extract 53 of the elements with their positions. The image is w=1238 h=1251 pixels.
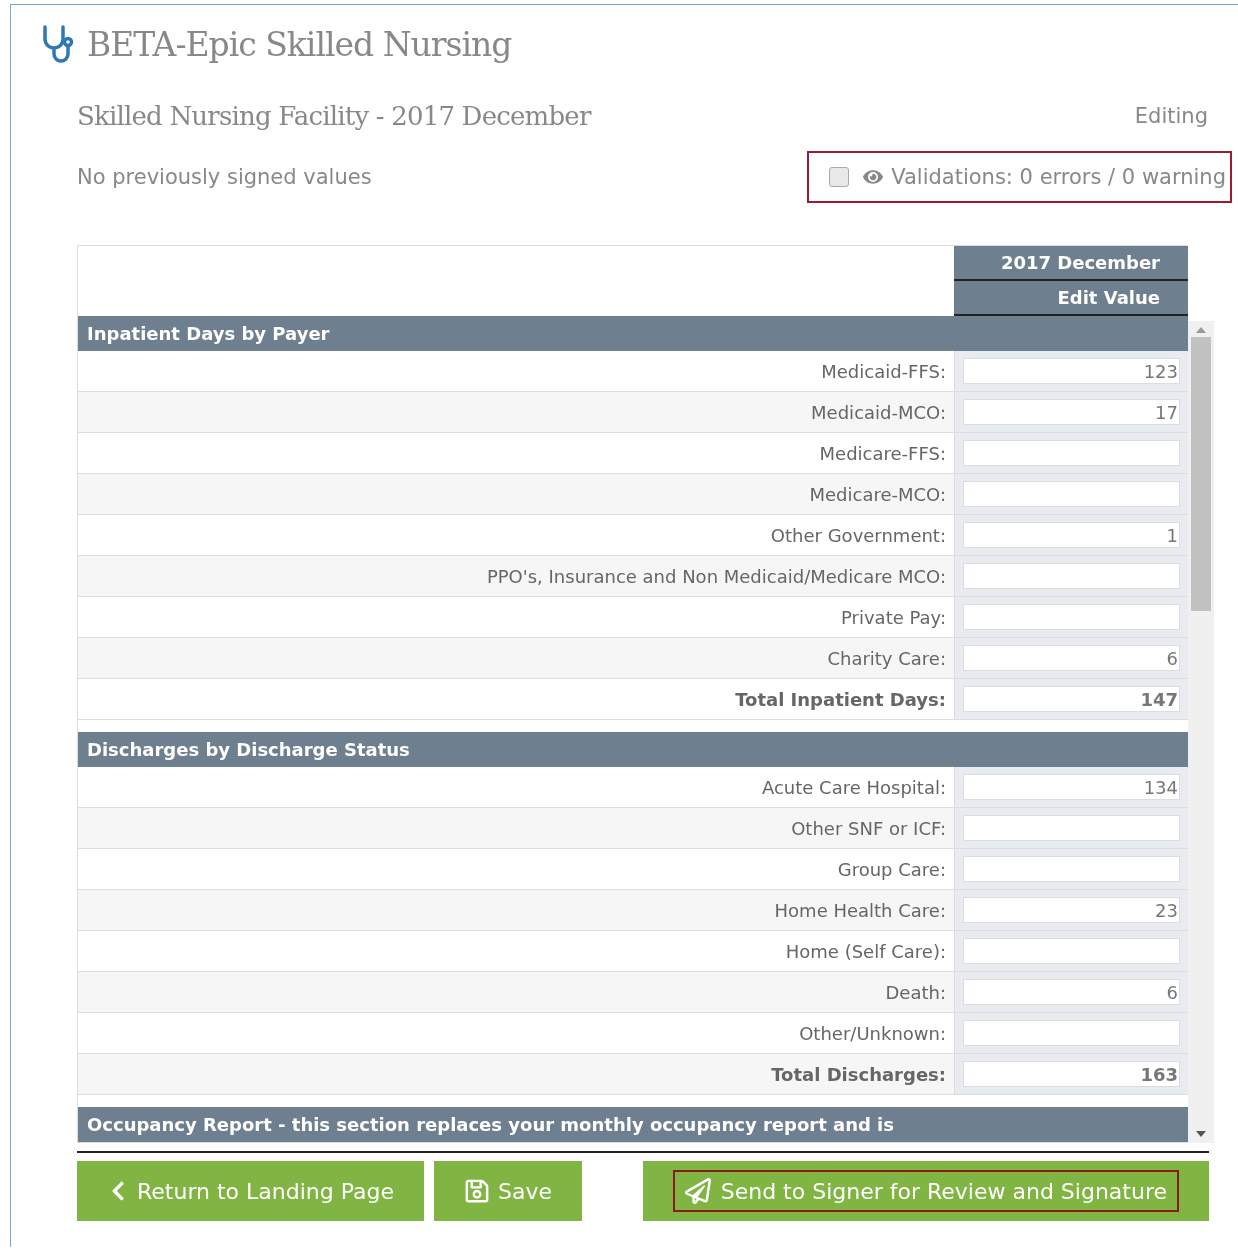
row-label: Medicaid-FFS: [820, 360, 947, 382]
validations-summary: Validations: 0 errors / 0 warning [891, 165, 1226, 189]
value-input[interactable]: 163 [963, 1061, 1180, 1087]
back-button[interactable]: Return to Landing Page [77, 1161, 424, 1221]
app-title: BETA-Epic Skilled Nursing [87, 24, 512, 64]
row-label: Medicaid-MCO: [810, 401, 947, 423]
scroll-down-icon[interactable] [1195, 1131, 1207, 1137]
eye-icon [863, 167, 884, 187]
section-header: Discharges by Discharge Status [78, 732, 1188, 767]
save-button[interactable]: Save [434, 1161, 582, 1221]
value-input[interactable] [963, 604, 1180, 630]
row-label: Other Government: [769, 524, 947, 546]
row-label: Other SNF or ICF: [790, 817, 947, 839]
value-input[interactable] [963, 856, 1180, 882]
row-label: Group Care: [836, 858, 947, 880]
paper-plane-icon [684, 1178, 711, 1204]
value-input[interactable] [963, 815, 1180, 841]
value-input[interactable] [963, 938, 1180, 964]
row-label: Total Discharges: [770, 1063, 947, 1085]
row-label: Total Inpatient Days: [734, 688, 947, 710]
section-header: Occupancy Report - this section replaces your monthly occupancy report and is [78, 1107, 1188, 1142]
value-input[interactable] [963, 563, 1180, 589]
value-input[interactable] [963, 481, 1180, 507]
column-header: Edit Value [954, 281, 1188, 316]
scrollbar[interactable] [1188, 321, 1214, 1143]
row-label: Private Pay: [840, 606, 947, 628]
row-label: Death: [884, 981, 947, 1003]
row-label: Medicare-FFS: [818, 442, 947, 464]
scroll-up-icon[interactable] [1195, 327, 1207, 333]
report-title: Skilled Nursing Facility - 2017 December [77, 101, 591, 131]
column-header: 2017 December [954, 246, 1188, 281]
row-label: Home Health Care: [773, 899, 947, 921]
validations-checkbox[interactable] [829, 167, 850, 187]
row-label: Home (Self Care): [784, 940, 947, 962]
send-button[interactable]: Send to Signer for Review and Signature [642, 1161, 1209, 1221]
value-input[interactable]: 1 [963, 522, 1180, 548]
section-header: Inpatient Days by Payer [78, 316, 1188, 351]
value-input[interactable]: 147 [963, 686, 1180, 712]
signed-values-note: No previously signed values [77, 165, 372, 189]
value-input[interactable]: 23 [963, 897, 1180, 923]
row-label: Medicare-MCO: [808, 483, 947, 505]
row-label: Acute Care Hospital: [760, 776, 947, 798]
value-input[interactable]: 17 [963, 399, 1180, 425]
value-input[interactable]: 134 [963, 774, 1180, 800]
row-label: PPO's, Insurance and Non Medicaid/Medicare MCO: [485, 565, 947, 587]
value-input[interactable]: 6 [963, 979, 1180, 1005]
row-label: Other/Unknown: [798, 1022, 947, 1044]
row-label: Charity Care: [826, 647, 947, 669]
mode-label: Editing [1134, 104, 1208, 128]
value-input[interactable] [963, 1020, 1180, 1046]
value-input[interactable]: 6 [963, 645, 1180, 671]
value-input[interactable] [963, 440, 1180, 466]
value-input[interactable]: 123 [963, 358, 1180, 384]
